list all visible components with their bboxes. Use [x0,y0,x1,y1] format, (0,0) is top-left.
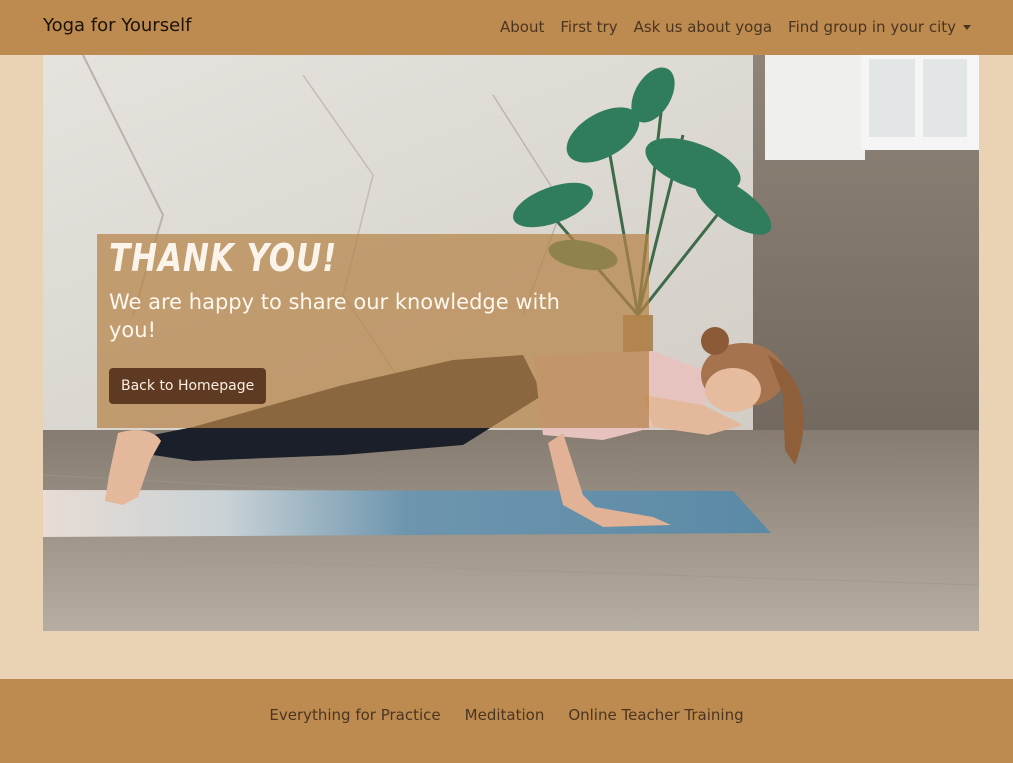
footer-link-everything-for-practice[interactable]: Everything for Practice [269,706,440,724]
thank-you-overlay: THANK YOU! We are happy to share our kno… [97,234,649,428]
nav-link-about[interactable]: About [500,18,544,36]
nav-dropdown-find-group[interactable]: Find group in your city [788,18,971,36]
thank-you-subtitle: We are happy to share our knowledge with… [109,290,560,342]
nav-link-ask-us[interactable]: Ask us about yoga [634,18,772,36]
thank-you-title: THANK YOU! [109,236,338,280]
nav-dropdown-label: Find group in your city [788,18,956,36]
back-to-homepage-button[interactable]: Back to Homepage [109,368,267,404]
footer-link-online-teacher-training[interactable]: Online Teacher Training [568,706,743,724]
nav-links: About First try Ask us about yoga Find g… [500,18,971,36]
footer-links: Everything for Practice Meditation Onlin… [0,706,1013,724]
navbar: Yoga for Yourself About First try Ask us… [0,0,1013,55]
nav-link-first-try[interactable]: First try [560,18,617,36]
hero-section: THANK YOU! We are happy to share our kno… [43,55,979,631]
footer-link-meditation[interactable]: Meditation [465,706,545,724]
brand-link[interactable]: Yoga for Yourself [43,15,191,36]
footer: Everything for Practice Meditation Onlin… [0,679,1013,763]
caret-down-icon [963,25,971,30]
